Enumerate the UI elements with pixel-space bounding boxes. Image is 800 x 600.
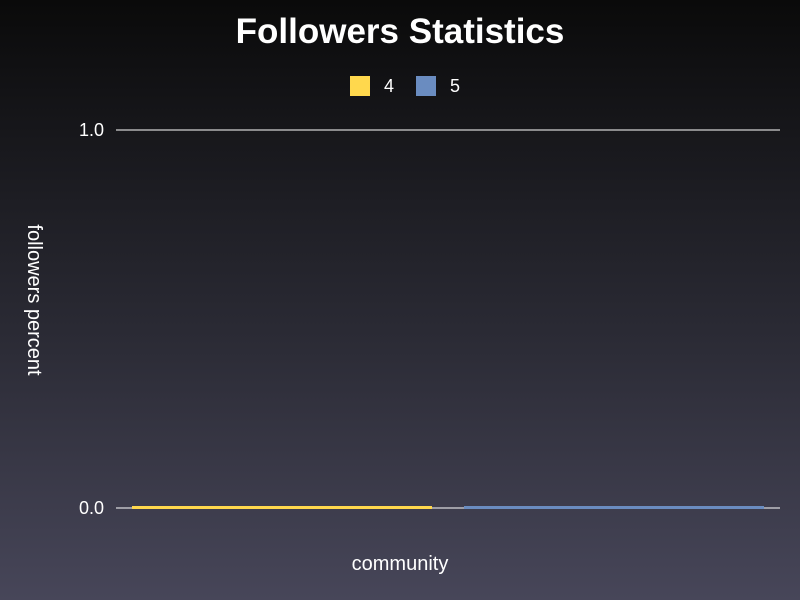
x-axis-title: community [352, 553, 449, 575]
y-axis-title: followers percent [23, 224, 45, 376]
legend-label-5: 5 [450, 76, 460, 96]
bar-series-5-cat-0 [464, 506, 764, 509]
y-tick-label-0: 0.0 [79, 498, 104, 518]
bar-series-4-cat-0 [132, 506, 432, 509]
y-tick-label-1: 1.0 [79, 120, 104, 140]
chart-canvas: 0.01.0 45 community followers percent [23, 76, 780, 575]
legend-swatch-4 [350, 76, 370, 96]
legend: 45 [350, 76, 460, 96]
legend-swatch-5 [416, 76, 436, 96]
grid-layer: 0.0 1.0 [79, 120, 780, 518]
legend-label-4: 4 [384, 76, 394, 96]
